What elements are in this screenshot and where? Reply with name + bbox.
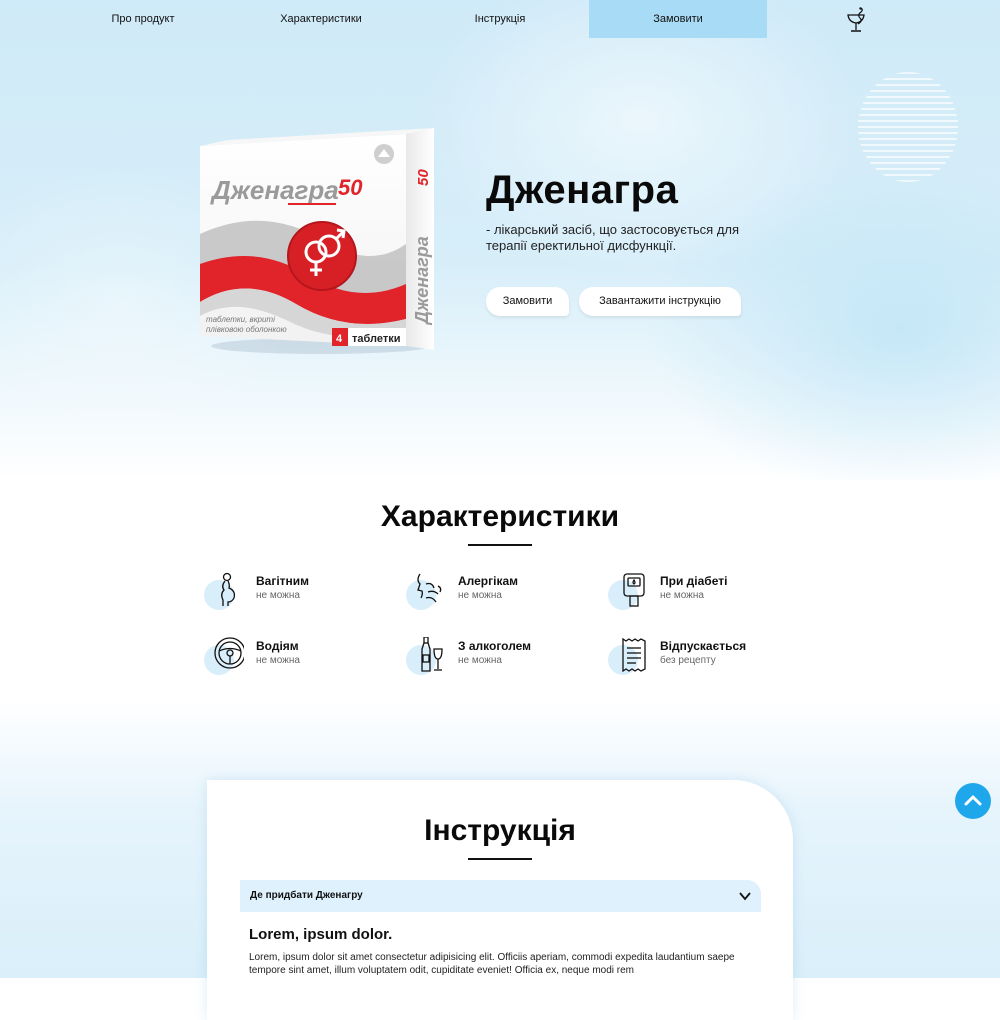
glucometer-icon <box>623 573 645 607</box>
char-item-alcohol: З алкоголем не можна <box>406 637 590 677</box>
box-side-brand: Дженагра <box>412 236 432 326</box>
characteristics-title: Характеристики <box>380 500 620 533</box>
char-subtitle: не можна <box>256 590 300 601</box>
char-subtitle: не можна <box>458 655 502 666</box>
scroll-to-top-button[interactable] <box>955 783 991 819</box>
pharmacy-bowl-snake-icon[interactable] <box>845 6 867 34</box>
char-title: Водіям <box>256 639 299 653</box>
box-subtitle-line2: плівковою оболонкою <box>206 325 287 334</box>
box-side-dose: 50 <box>415 169 432 186</box>
nav-item-order[interactable]: Замовити <box>589 0 767 38</box>
box-count: 4 <box>336 333 343 345</box>
char-subtitle: не можна <box>458 590 502 601</box>
content-heading: Lorem, ipsum dolor. <box>249 926 393 943</box>
download-instruction-button[interactable]: Завантажити інструкцію <box>579 287 741 316</box>
char-subtitle: не можна <box>256 655 300 666</box>
char-subtitle: без рецепту <box>660 655 716 666</box>
decorative-stripes <box>858 72 958 182</box>
char-item-drivers: Водіям не можна <box>204 637 388 677</box>
order-button[interactable]: Замовити <box>486 287 569 316</box>
box-brand-text: Дженагра <box>210 175 339 205</box>
accordion-label: Де придбати Дженагру <box>250 890 363 901</box>
content-paragraph: Lorem, ipsum dolor sit amet consectetur … <box>249 952 735 976</box>
pregnant-icon <box>221 572 236 606</box>
char-title: Вагітним <box>256 574 310 588</box>
chevron-down-icon[interactable] <box>739 890 751 902</box>
char-item-dispensed: Відпускається без рецепту <box>608 637 792 677</box>
accordion-where-to-buy[interactable]: Де придбати Дженагру <box>240 880 761 912</box>
instruction-underline <box>468 858 532 860</box>
char-subtitle: не можна <box>660 590 704 601</box>
allergy-icon <box>417 573 442 603</box>
box-count-label: таблетки <box>352 333 401 345</box>
chevron-up-icon <box>964 795 982 806</box>
nav-item-instruction[interactable]: Інструкція <box>445 0 555 38</box>
char-title: Відпускається <box>660 639 747 653</box>
instruction-title: Інструкція <box>424 814 576 847</box>
product-box-image: Дженагра 50 таблетки, вкриті плівковою о… <box>196 124 438 356</box>
char-item-diabetes: При діабеті не можна <box>608 572 792 612</box>
char-title: Алергікам <box>458 574 519 588</box>
hero-description: - лікарський засіб, що застосовується дл… <box>486 222 740 253</box>
top-navigation: Про продукт Характеристики Інструкція За… <box>0 0 1000 38</box>
char-item-allergy: Алергікам не можна <box>406 572 590 612</box>
steering-wheel-icon <box>214 637 244 669</box>
char-title: При діабеті <box>660 574 728 588</box>
char-item-pregnant: Вагітним не можна <box>204 572 388 612</box>
characteristics-underline <box>468 544 532 546</box>
nav-item-characteristics[interactable]: Характеристики <box>266 0 376 38</box>
alcohol-icon <box>421 637 443 672</box>
nav-item-about[interactable]: Про продукт <box>88 0 198 38</box>
char-title: З алкоголем <box>458 639 532 653</box>
hero-title: Дженагра <box>486 168 679 212</box>
receipt-icon <box>622 637 646 673</box>
box-subtitle-line1: таблетки, вкриті <box>206 315 275 324</box>
box-dose-text: 50 <box>338 175 363 200</box>
